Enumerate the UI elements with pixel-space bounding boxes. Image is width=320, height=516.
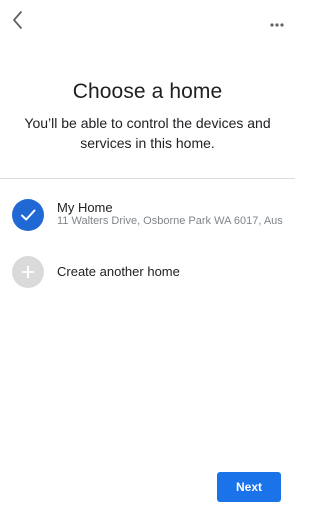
home-option-my-home[interactable]: My Home 11 Walters Drive, Osborne Park W…	[0, 194, 295, 238]
check-icon	[21, 209, 36, 221]
home-name: My Home	[57, 200, 113, 215]
page-subtitle: You’ll be able to control the devices an…	[24, 115, 271, 151]
selected-indicator	[12, 199, 44, 231]
choose-home-screen: Choose a home You’ll be able to control …	[0, 0, 295, 516]
plus-icon	[21, 265, 35, 279]
next-button[interactable]: Next	[217, 472, 281, 502]
divider	[0, 178, 295, 179]
more-horizontal-icon	[270, 23, 284, 27]
chevron-left-icon	[13, 11, 22, 29]
create-another-home-option[interactable]: Create another home	[0, 255, 295, 289]
create-another-home-label: Create another home	[57, 264, 180, 279]
more-options-button[interactable]	[269, 16, 285, 27]
home-address: 11 Walters Drive, Osborne Park WA 6017, …	[57, 215, 283, 227]
back-button[interactable]	[10, 9, 26, 31]
page-title: Choose a home	[72, 80, 223, 103]
add-indicator	[12, 256, 44, 288]
